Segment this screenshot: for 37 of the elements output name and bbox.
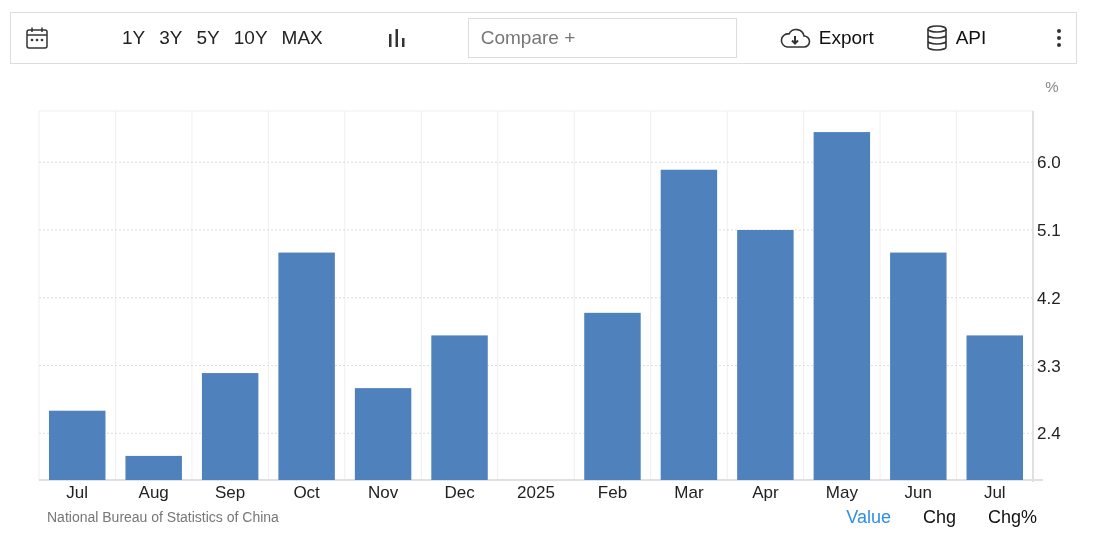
y-axis-label: 2.4 — [1037, 424, 1061, 444]
x-axis-label: Sep — [215, 483, 246, 502]
source-text: National Bureau of Statistics of China — [47, 508, 279, 527]
x-axis-label: Mar — [674, 483, 704, 502]
range-button[interactable]: 10Y — [226, 23, 275, 53]
y-axis-label: 6.0 — [1037, 153, 1061, 173]
x-axis-label: Jul — [66, 483, 89, 502]
y-axis-label: 4.2 — [1037, 288, 1061, 308]
x-axis-label: Feb — [597, 483, 628, 502]
x-axis-label: Apr — [752, 483, 779, 502]
database-icon — [925, 25, 948, 51]
range-button[interactable]: 5Y — [189, 23, 227, 53]
y-axis-label: 5.1 — [1037, 221, 1061, 240]
range-button[interactable]: 1Y — [115, 23, 153, 53]
api-button[interactable]: API — [925, 23, 987, 53]
x-axis-label: 2025 — [517, 483, 555, 502]
mode-tab[interactable]: Chg% — [955, 504, 1037, 531]
calendar-icon[interactable] — [25, 26, 49, 50]
x-axis-label: Jul — [983, 483, 1006, 502]
bar-chart-icon[interactable] — [387, 28, 406, 48]
range-button[interactable]: MAX — [274, 23, 330, 53]
bar — [125, 455, 182, 480]
x-axis-label: Nov — [367, 483, 399, 502]
cloud-download-icon — [778, 27, 811, 49]
mode-tab[interactable]: Chg — [890, 504, 956, 531]
x-axis-label: Jun — [904, 483, 932, 502]
y-axis-label: 3.3 — [1037, 356, 1061, 376]
x-axis-label: Aug — [138, 483, 169, 502]
x-axis-label: May — [825, 483, 858, 502]
x-axis-label: Oct — [293, 483, 320, 502]
unit-label: % — [1045, 78, 1059, 95]
more-options-icon[interactable] — [1056, 28, 1062, 48]
range-button[interactable]: 3Y — [152, 23, 190, 53]
compare-field[interactable]: Compare + — [467, 18, 737, 58]
x-axis-label: Dec — [444, 483, 475, 502]
export-button[interactable]: Export — [778, 23, 874, 53]
bar — [49, 410, 106, 480]
